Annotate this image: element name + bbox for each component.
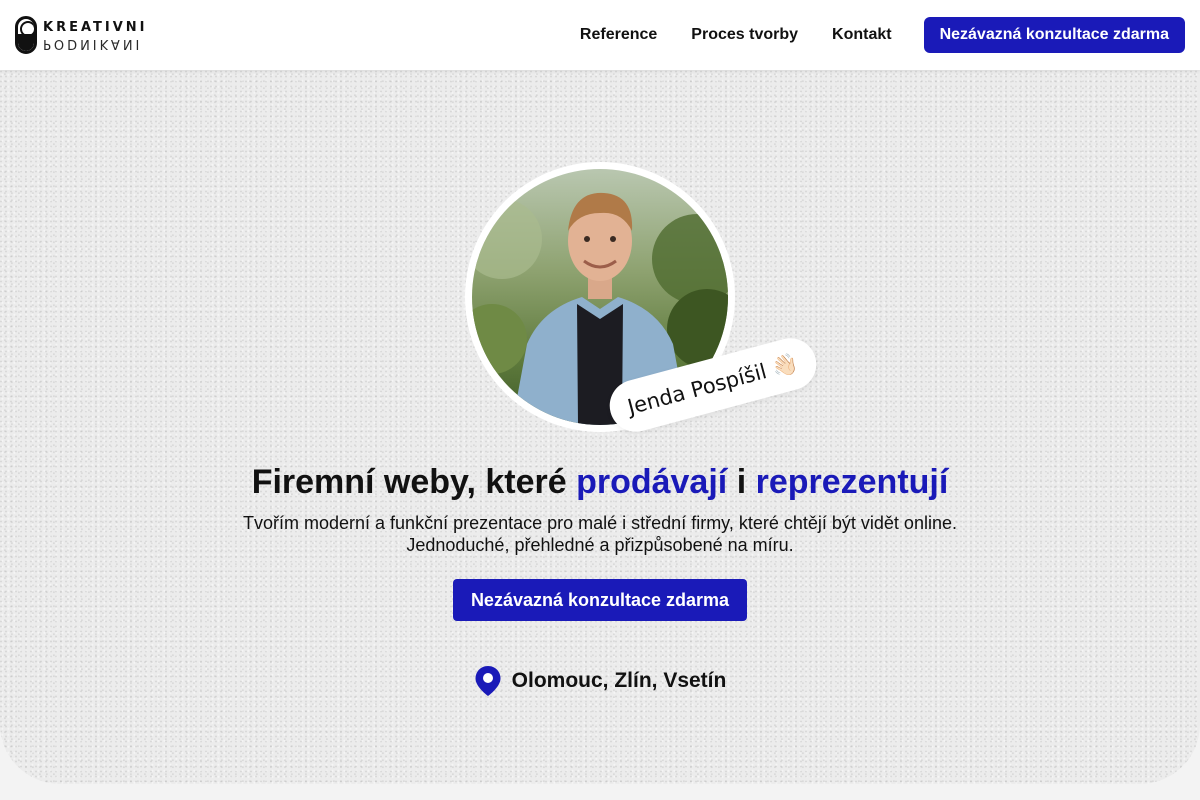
hero-consultation-button[interactable]: Nezávazná konzultace zdarma (453, 579, 747, 621)
headline-accent-represents: reprezentují (755, 463, 949, 501)
headline-accent-sells: prodávají (576, 463, 728, 501)
nav-link-contact[interactable]: Kontakt (832, 26, 892, 44)
logo-text-bottom: PODNIKANI (43, 35, 143, 51)
subtext-line2: Jednoduché, přehledné a přizpůsobené na … (406, 535, 794, 555)
nav-link-process[interactable]: Proces tvorby (691, 26, 798, 44)
logo[interactable]: KREATIVNI PODNIKANI (15, 16, 148, 54)
logo-text-top: KREATIVNI (43, 19, 148, 35)
map-pin-icon (475, 666, 501, 696)
hero-headline: Firemní weby, které prodávají i reprezen… (0, 463, 1200, 502)
location-label: Olomouc, Zlín, Vsetín (511, 669, 727, 692)
headline-part2: i (727, 463, 756, 501)
hero-section: Jenda Pospíšil 👋🏻 Firemní weby, které pr… (0, 70, 1200, 784)
hero-subtext: Tvořím moderní a funkční prezentace pro … (0, 512, 1200, 556)
subtext-line1: Tvořím moderní a funkční prezentace pro … (243, 513, 957, 533)
nav-link-reference[interactable]: Reference (580, 26, 657, 44)
main-nav: Reference Proces tvorby Kontakt Nezávazn… (580, 0, 1185, 70)
header-consultation-button[interactable]: Nezávazná konzultace zdarma (923, 17, 1185, 53)
logo-mark-icon (15, 16, 37, 54)
headline-part1: Firemní weby, které (251, 463, 577, 501)
location-info: Olomouc, Zlín, Vsetín (0, 665, 1200, 697)
site-header: KREATIVNI PODNIKANI Reference Proces tvo… (0, 0, 1200, 70)
